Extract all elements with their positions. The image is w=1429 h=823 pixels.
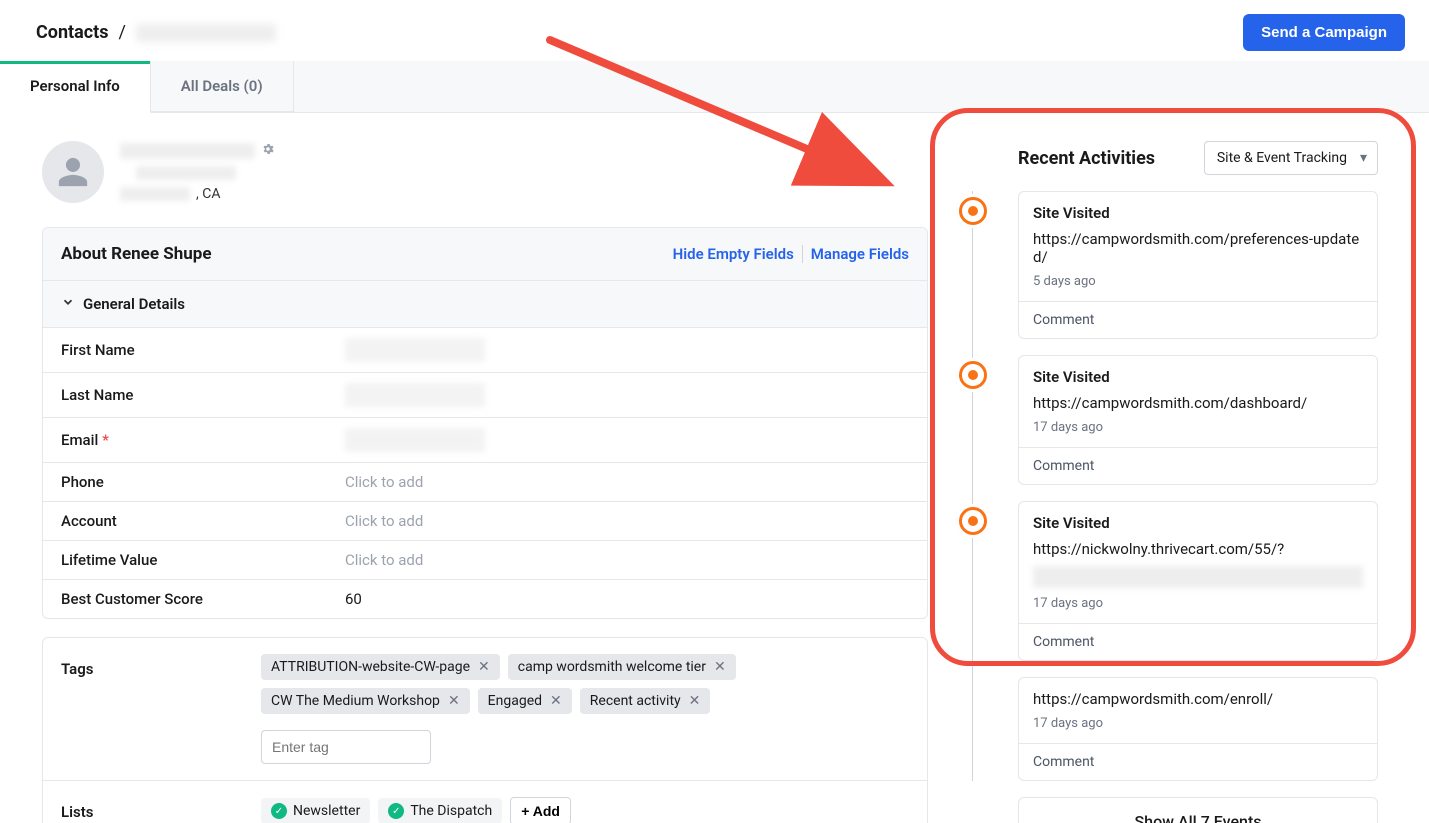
hide-empty-fields-link[interactable]: Hide Empty Fields [673,245,794,263]
field-label-lifetime: Lifetime Value [43,541,333,579]
tab-personal-info[interactable]: Personal Info [0,61,151,113]
person-icon [56,155,90,189]
tab-all-deals[interactable]: All Deals (0) [151,61,294,112]
about-card: About Renee Shupe Hide Empty Fields Mana… [42,227,928,619]
activity-time: 17 days ago [1033,716,1363,731]
breadcrumb-contact-name [136,24,276,42]
avatar [42,141,104,203]
field-label-account: Account [43,502,333,540]
field-label-phone: Phone [43,463,333,501]
field-label-first-name: First Name [43,328,333,372]
close-icon[interactable]: ✕ [689,693,701,709]
chevron-down-icon [61,295,75,313]
activity-time: 17 days ago [1033,420,1363,435]
meta-card: Tags ATTRIBUTION-website-CW-page✕ camp w… [42,637,928,823]
close-icon[interactable]: ✕ [550,693,562,709]
target-icon [959,361,987,389]
recent-activities-title: Recent Activities [1018,148,1155,169]
target-icon [959,197,987,225]
field-value-account[interactable]: Click to add [345,512,423,530]
breadcrumb: Contacts / [36,22,276,43]
tags-container: ATTRIBUTION-website-CW-page✕ camp wordsm… [261,654,909,764]
activity-title: Site Visited [1033,204,1363,222]
add-list-button[interactable]: + Add [510,797,571,823]
activity-url: https://campwordsmith.com/preferences-up… [1033,230,1363,266]
show-all-events[interactable]: Show All 7 Events [1018,797,1378,823]
check-icon: ✓ [388,803,404,819]
activity-item: Site Visited https://nickwolny.thrivecar… [1018,501,1378,661]
activity-time: 17 days ago [1033,596,1363,611]
close-icon[interactable]: ✕ [478,659,490,675]
activity-comment-link[interactable]: Comment [1019,743,1377,780]
link-divider [802,245,803,263]
field-value-last-name[interactable] [333,373,927,417]
activity-url: https://campwordsmith.com/dashboard/ [1033,394,1363,412]
breadcrumb-sep: / [118,22,125,43]
lists-container: ✓Newsletter ✓The Dispatch + Add [261,797,909,823]
field-value-email[interactable] [333,418,927,462]
tag-input[interactable] [261,730,431,764]
section-general-details: General Details [83,295,185,313]
check-icon: ✓ [271,803,287,819]
activity-filter-select[interactable]: Site & Event Tracking [1204,141,1378,175]
tag: Engaged✕ [478,688,572,714]
activity-url: https://nickwolny.thrivecart.com/55/? [1033,540,1363,558]
breadcrumb-root[interactable]: Contacts [36,22,108,43]
recent-activities-panel: Recent Activities Site & Event Tracking … [958,141,1378,823]
contact-location-city [120,187,190,201]
field-value-lifetime[interactable]: Click to add [345,551,423,569]
send-campaign-button[interactable]: Send a Campaign [1243,14,1405,51]
profile-header: , CA [42,141,928,203]
field-label-last-name: Last Name [43,373,333,417]
close-icon[interactable]: ✕ [448,693,460,709]
list-item[interactable]: ✓The Dispatch [378,798,502,823]
activity-extra-blurred [1033,566,1363,588]
contact-location-state: , CA [196,186,220,202]
contact-name [120,143,255,159]
activity-title: Site Visited [1033,514,1363,532]
tag: Recent activity✕ [580,688,711,714]
activity-comment-link[interactable]: Comment [1019,447,1377,484]
activity-url: https://campwordsmith.com/enroll/ [1033,690,1363,708]
general-details-toggle[interactable]: General Details [43,281,927,328]
activity-comment-link[interactable]: Comment [1019,623,1377,660]
tag: CW The Medium Workshop✕ [261,688,470,714]
manage-fields-link[interactable]: Manage Fields [811,245,909,263]
tags-label: Tags [61,654,261,764]
target-icon [959,507,987,535]
activity-item: Site Visited https://campwordsmith.com/d… [1018,355,1378,485]
tag: ATTRIBUTION-website-CW-page✕ [261,654,500,680]
activity-item: https://campwordsmith.com/enroll/ 17 day… [1018,677,1378,781]
activity-title: Site Visited [1033,368,1363,386]
tabs: Personal Info All Deals (0) [0,61,1429,113]
show-all-events-link[interactable]: Show All 7 Events [1134,812,1261,823]
activity-comment-link[interactable]: Comment [1019,301,1377,338]
list-item[interactable]: ✓Newsletter [261,798,370,823]
tag: camp wordsmith welcome tier✕ [508,654,736,680]
lists-label: Lists [61,797,261,823]
field-value-score[interactable]: 60 [333,580,927,618]
activity-item: Site Visited https://campwordsmith.com/p… [1018,191,1378,339]
field-label-score: Best Customer Score [43,580,333,618]
close-icon[interactable]: ✕ [714,659,726,675]
field-value-first-name[interactable] [333,328,927,372]
gear-icon[interactable] [261,141,275,160]
contact-email-link [136,166,236,180]
field-label-email: Email* [43,418,333,462]
field-value-phone[interactable]: Click to add [345,473,423,491]
activity-time: 5 days ago [1033,274,1363,289]
about-title: About Renee Shupe [61,244,212,264]
